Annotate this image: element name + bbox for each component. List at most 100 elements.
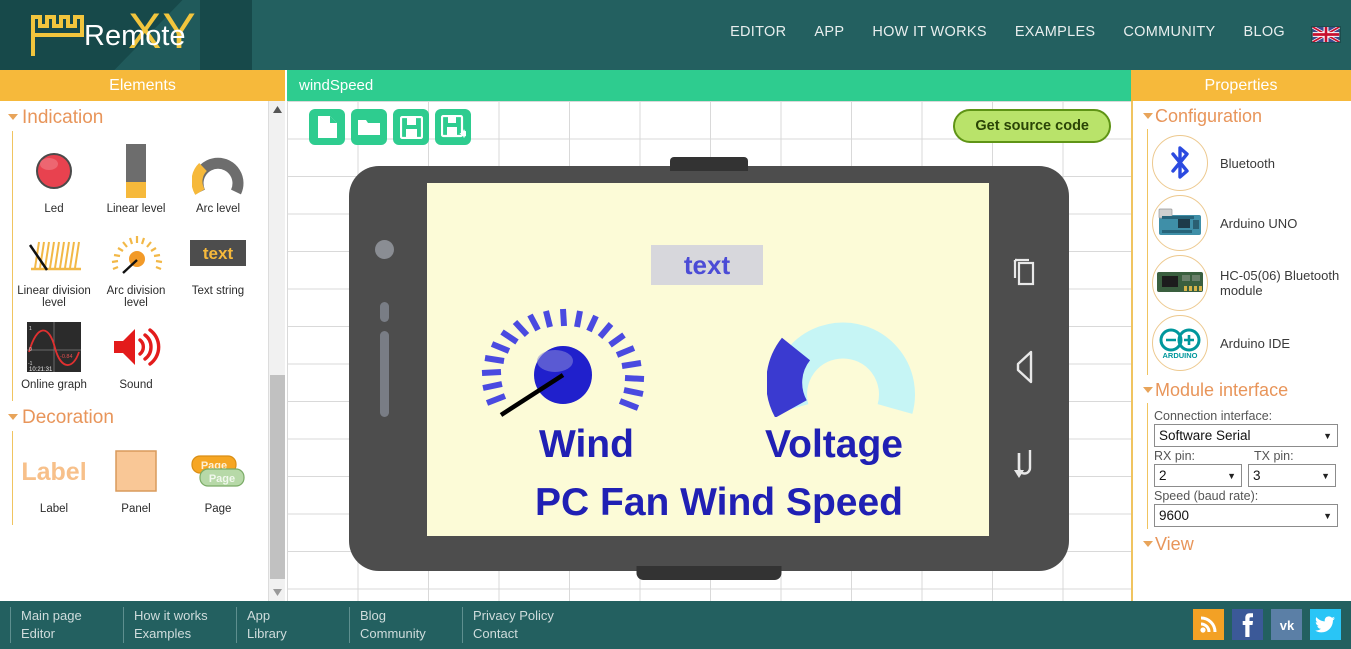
section-header-view[interactable]: View xyxy=(1133,529,1351,557)
footer-link-library[interactable]: Library xyxy=(247,625,335,643)
back-icon[interactable] xyxy=(1014,350,1036,384)
element-label: Panel xyxy=(121,503,151,515)
widget-label-title[interactable]: PC Fan Wind Speed xyxy=(535,481,903,525)
element-led[interactable]: Led xyxy=(13,139,95,221)
nav-item-examples[interactable]: EXAMPLES xyxy=(1015,24,1096,40)
widget-arc-level[interactable] xyxy=(767,275,919,417)
uk-flag-icon[interactable] xyxy=(1311,26,1341,43)
svg-text:Label: Label xyxy=(21,458,86,486)
footer-column: How it works Examples xyxy=(123,607,236,643)
get-source-code-button[interactable]: Get source code xyxy=(953,109,1111,143)
recent-apps-icon[interactable] xyxy=(1013,258,1037,286)
baud-rate-select[interactable]: 9600 ▼ xyxy=(1154,504,1338,527)
element-arc-level[interactable]: Arc level xyxy=(177,139,259,221)
footer-link-editor[interactable]: Editor xyxy=(21,625,109,643)
panel-icon xyxy=(95,443,177,499)
rx-pin-select[interactable]: 2 ▼ xyxy=(1154,464,1242,487)
phone-mockup: text Wind Voltage PC Fan Wind Speed xyxy=(349,157,1069,580)
element-linear-level[interactable]: Linear level xyxy=(95,139,177,221)
config-item-arduino-uno[interactable]: Arduino UNO xyxy=(1148,193,1351,253)
caret-down-icon xyxy=(8,414,18,420)
footer-link-app[interactable]: App xyxy=(247,607,335,625)
section-header-module-interface[interactable]: Module interface xyxy=(1133,375,1351,403)
scrollbar-thumb[interactable] xyxy=(270,375,285,579)
site-footer: Main page Editor How it works Examples A… xyxy=(0,601,1351,649)
section-label-decoration: Decoration xyxy=(22,407,114,428)
tx-pin-value: 3 xyxy=(1253,468,1261,483)
svg-text:0: 0 xyxy=(29,347,32,353)
folder-icon xyxy=(358,120,380,135)
rx-pin-value: 2 xyxy=(1159,468,1167,483)
phone-screen[interactable]: text Wind Voltage PC Fan Wind Speed xyxy=(427,183,989,536)
nav-item-blog[interactable]: BLOG xyxy=(1244,24,1286,40)
element-row: Label Label Panel Page Page Page xyxy=(13,439,268,521)
footer-column: App Library xyxy=(236,607,349,643)
nav-item-app[interactable]: APP xyxy=(814,24,844,40)
footer-link-blog[interactable]: Blog xyxy=(360,607,448,625)
save-as-button[interactable]: ✸ xyxy=(435,109,471,145)
footer-link-how-it-works[interactable]: How it works xyxy=(134,607,222,625)
element-spacer xyxy=(177,315,259,397)
footer-column: Main page Editor xyxy=(10,607,123,643)
open-file-button[interactable] xyxy=(351,109,387,145)
widget-label-voltage[interactable]: Voltage xyxy=(765,423,903,467)
element-label[interactable]: Label Label xyxy=(13,439,95,521)
top-navigation-bar: XY Remote EDITOR APP HOW IT WORKS EXAMPL… xyxy=(0,0,1351,70)
scroll-down-arrow-icon[interactable] xyxy=(269,584,286,601)
facebook-icon[interactable] xyxy=(1232,609,1263,640)
home-return-icon[interactable] xyxy=(1013,448,1037,480)
chevron-down-icon: ▼ xyxy=(1227,470,1236,481)
element-page[interactable]: Page Page Page xyxy=(177,439,259,521)
element-online-graph[interactable]: 1 0 -1 10:21:31 -0.84 Online graph xyxy=(13,315,95,397)
editor-canvas[interactable]: ✸ Get source code text Wind Voltage PC F… xyxy=(287,101,1131,601)
new-file-button[interactable] xyxy=(309,109,345,145)
config-label: Arduino IDE xyxy=(1220,335,1291,351)
element-arc-division-level[interactable]: Arc division level xyxy=(95,221,177,315)
section-header-configuration[interactable]: Configuration xyxy=(1133,101,1351,129)
floppy-icon xyxy=(399,115,423,139)
nav-item-how-it-works[interactable]: HOW IT WORKS xyxy=(872,24,987,40)
arduino-uno-icon xyxy=(1152,195,1208,251)
svg-text:10:21:31: 10:21:31 xyxy=(29,367,53,372)
element-label: Label xyxy=(39,503,69,515)
tx-pin-select[interactable]: 3 ▼ xyxy=(1248,464,1336,487)
config-item-arduino-ide[interactable]: ARDUINO Arduino IDE xyxy=(1148,313,1351,373)
footer-link-examples[interactable]: Examples xyxy=(134,625,222,643)
connection-interface-select[interactable]: Software Serial ▼ xyxy=(1154,424,1338,447)
element-sound[interactable]: Sound xyxy=(95,315,177,397)
widget-arc-division-level[interactable] xyxy=(479,275,671,417)
site-logo[interactable]: XY Remote xyxy=(0,0,252,70)
element-label: Sound xyxy=(119,379,153,391)
elements-scrollbar[interactable] xyxy=(268,101,285,601)
nav-item-community[interactable]: COMMUNITY xyxy=(1123,24,1215,40)
bluetooth-icon xyxy=(1152,135,1208,191)
arduino-ide-icon: ARDUINO xyxy=(1152,315,1208,371)
footer-link-community[interactable]: Community xyxy=(360,625,448,643)
phone-camera-icon xyxy=(375,240,394,259)
element-panel[interactable]: Panel xyxy=(95,439,177,521)
caret-down-icon xyxy=(1143,541,1153,547)
config-item-bluetooth[interactable]: Bluetooth xyxy=(1148,133,1351,193)
config-item-hc05-module[interactable]: HC-05(06) Bluetooth module xyxy=(1148,253,1351,313)
element-linear-division-level[interactable]: Linear division level xyxy=(13,221,95,315)
section-header-decoration[interactable]: Decoration xyxy=(0,401,268,431)
save-button[interactable] xyxy=(393,109,429,145)
nav-item-editor[interactable]: EDITOR xyxy=(730,24,786,40)
pin-labels-row: RX pin: TX pin: xyxy=(1148,447,1351,464)
section-header-indication[interactable]: Indication xyxy=(0,101,268,131)
widget-label-wind[interactable]: Wind xyxy=(539,423,634,467)
footer-link-main-page[interactable]: Main page xyxy=(21,607,109,625)
elements-scroll-content: Indication Led Linear level Arc level Li… xyxy=(0,101,268,525)
comb-logo-icon xyxy=(31,15,84,56)
hc05-module-icon xyxy=(1152,255,1208,311)
element-text-string[interactable]: text Text string xyxy=(177,221,259,315)
element-row: Linear division level Arc division level… xyxy=(13,221,268,315)
chevron-down-icon: ▼ xyxy=(1323,430,1332,441)
twitter-icon[interactable] xyxy=(1310,609,1341,640)
label-baud-rate: Speed (baud rate): xyxy=(1154,489,1259,503)
vk-icon[interactable]: vk xyxy=(1271,609,1302,640)
footer-link-contact[interactable]: Contact xyxy=(473,625,561,643)
scroll-up-arrow-icon[interactable] xyxy=(269,101,286,118)
footer-link-privacy-policy[interactable]: Privacy Policy xyxy=(473,607,561,625)
rss-icon[interactable] xyxy=(1193,609,1224,640)
